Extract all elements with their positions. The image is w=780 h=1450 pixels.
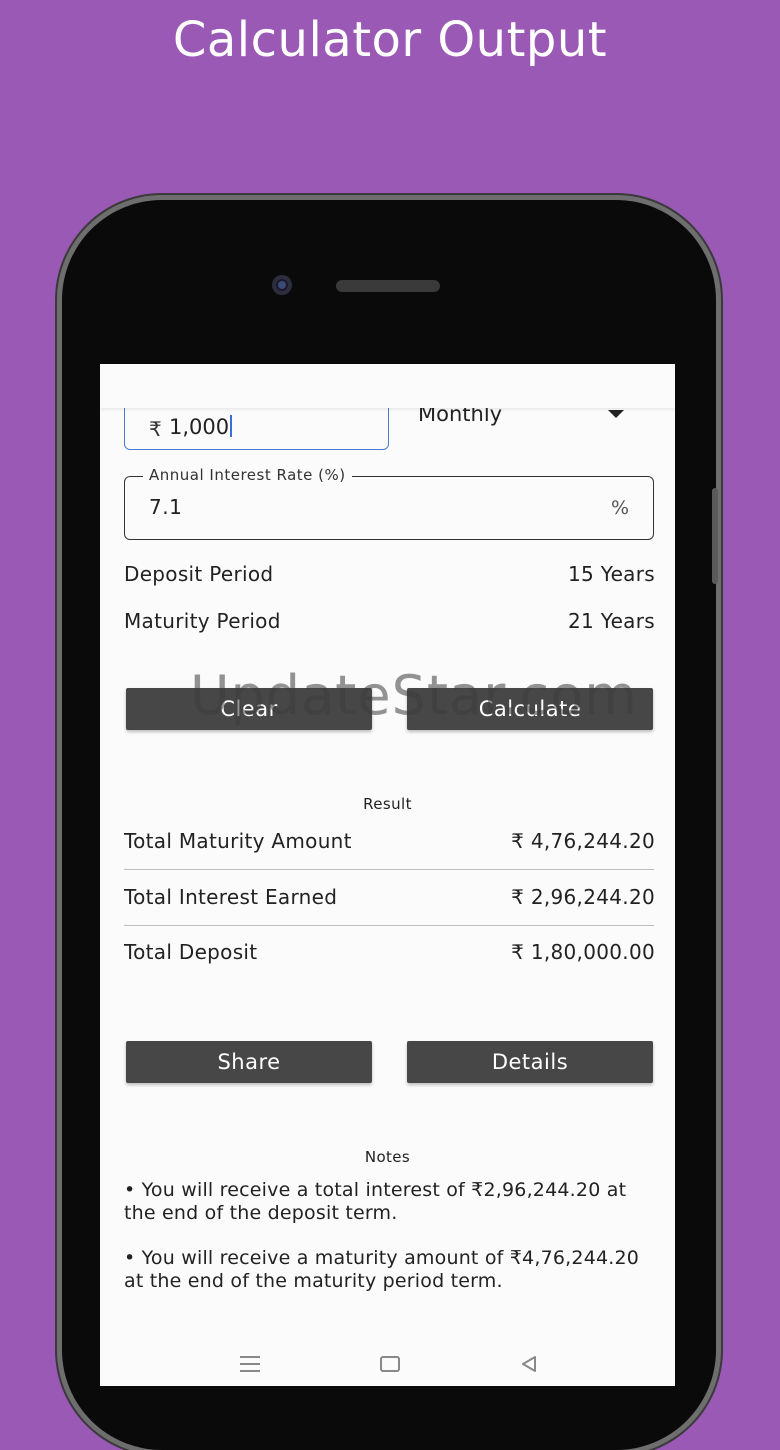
- deposit-period-value: 15 Years: [568, 562, 655, 586]
- home-icon[interactable]: [380, 1356, 400, 1372]
- deposit-amount-value: 1,000: [169, 415, 233, 439]
- watermark: UpdateStar.com: [190, 664, 638, 727]
- text-caret: [230, 415, 233, 437]
- interest-rate-field[interactable]: Annual Interest Rate (%) 7.1 %: [124, 466, 654, 540]
- share-button[interactable]: Share: [126, 1041, 372, 1083]
- interest-rate-label: Annual Interest Rate (%): [143, 466, 352, 484]
- result-title: Result: [363, 795, 412, 813]
- status-bar: [100, 364, 675, 408]
- result-divider: [124, 925, 654, 926]
- total-interest-value: ₹ 2,96,244.20: [511, 885, 655, 909]
- app-screen: ₹ 1,000 Monthly Annual Interest Rate (%)…: [100, 364, 675, 1386]
- details-button[interactable]: Details: [407, 1041, 653, 1083]
- earpiece-speaker: [336, 280, 440, 292]
- total-interest-label: Total Interest Earned: [124, 885, 338, 909]
- front-camera: [272, 275, 292, 295]
- total-deposit-value: ₹ 1,80,000.00: [511, 940, 655, 964]
- back-icon[interactable]: [518, 1353, 540, 1375]
- total-maturity-value: ₹ 4,76,244.20: [511, 829, 655, 853]
- percent-suffix: %: [610, 497, 629, 519]
- note-maturity: • You will receive a maturity amount of …: [124, 1247, 640, 1292]
- phone-side-button: [712, 488, 718, 584]
- maturity-period-value: 21 Years: [568, 609, 655, 633]
- maturity-period-label: Maturity Period: [124, 609, 281, 633]
- rupee-prefix: ₹: [149, 417, 162, 441]
- total-maturity-label: Total Maturity Amount: [124, 829, 352, 853]
- promo-headline: Calculator Output: [172, 12, 608, 68]
- result-divider: [124, 869, 654, 870]
- note-interest: • You will receive a total interest of ₹…: [124, 1179, 627, 1224]
- interest-rate-value: 7.1: [149, 495, 183, 519]
- system-nav-bar: [100, 1344, 675, 1386]
- deposit-period-label: Deposit Period: [124, 562, 274, 586]
- chevron-down-icon[interactable]: [608, 410, 624, 418]
- menu-icon[interactable]: [240, 1356, 260, 1377]
- notes-title: Notes: [364, 1148, 411, 1166]
- total-deposit-label: Total Deposit: [124, 940, 258, 964]
